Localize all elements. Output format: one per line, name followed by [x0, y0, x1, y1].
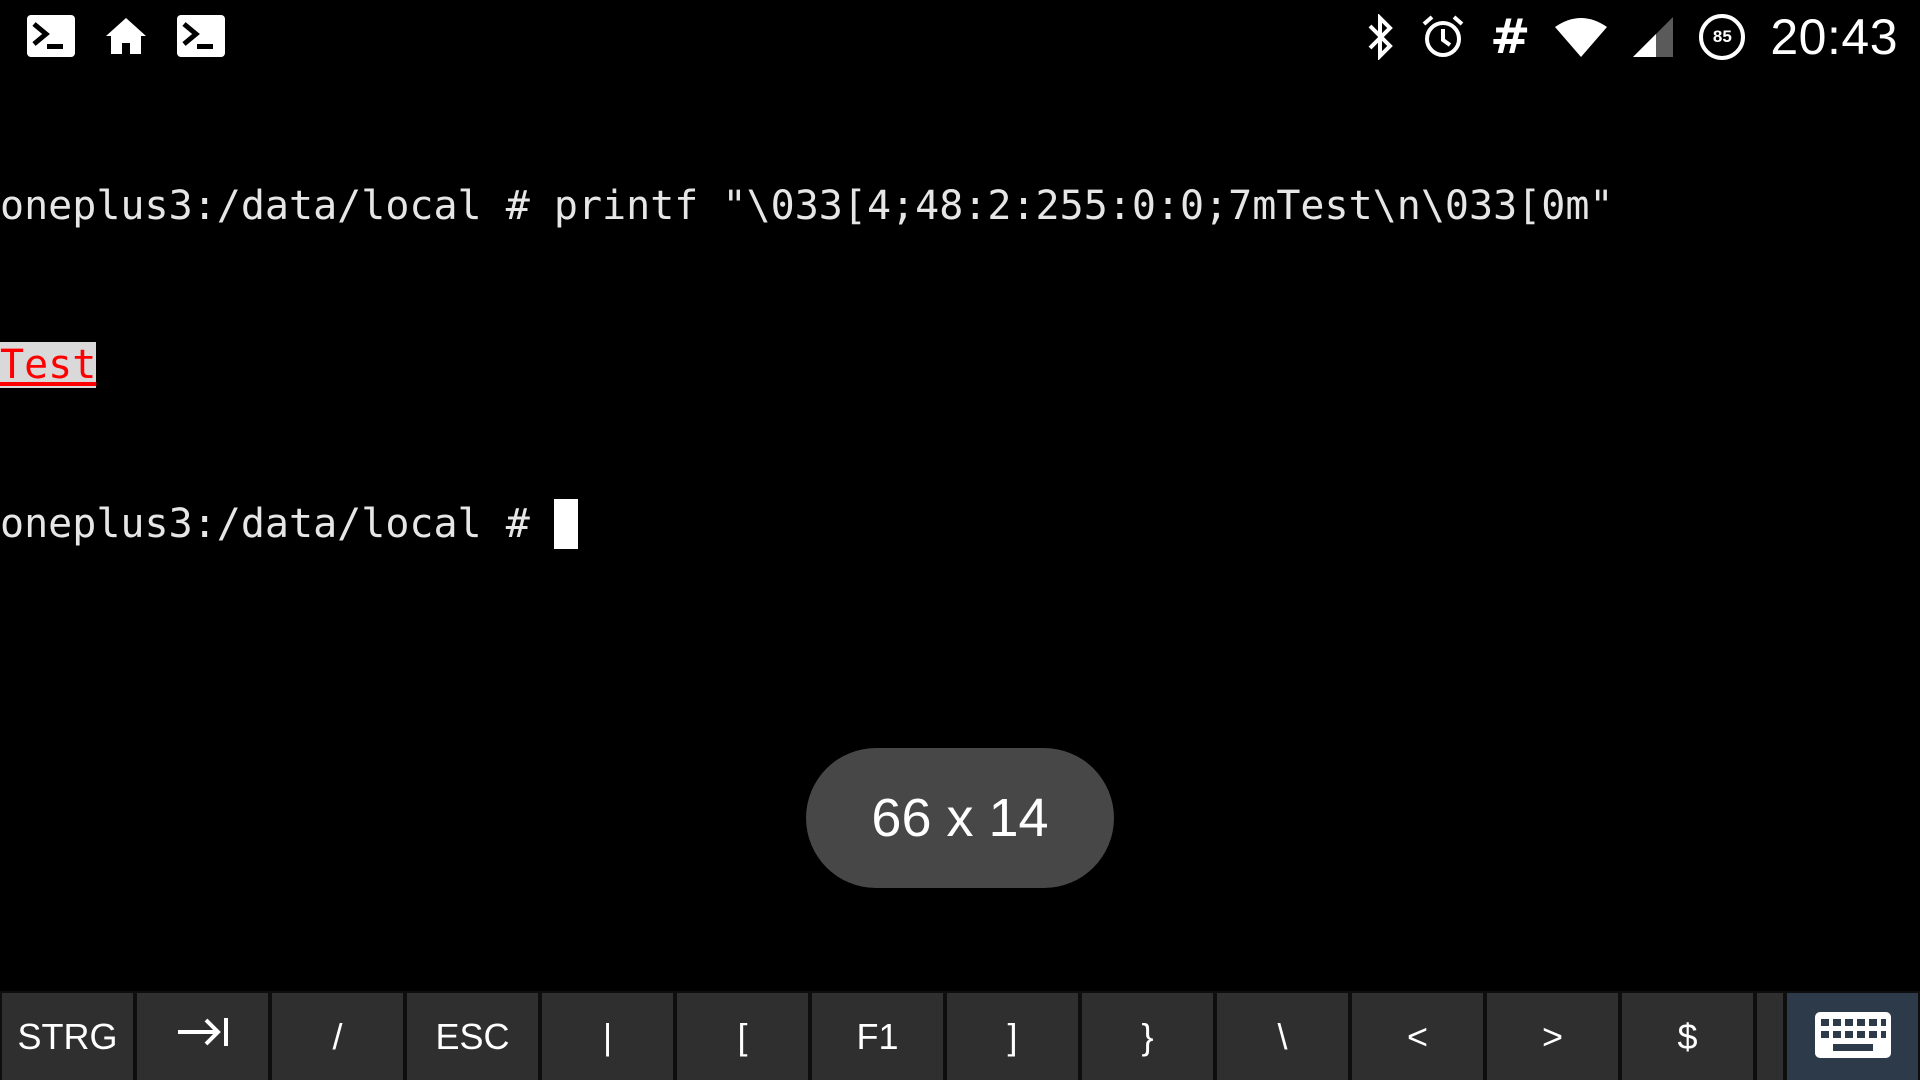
cell-signal-icon	[1632, 16, 1674, 58]
key-strg[interactable]: STRG	[2, 993, 133, 1080]
wifi-icon	[1554, 15, 1608, 59]
key-tab[interactable]	[137, 993, 268, 1080]
status-clock: 20:43	[1770, 9, 1898, 65]
key-backslash[interactable]: \	[1217, 993, 1348, 1080]
terminal-icon	[26, 14, 76, 58]
key-dollar[interactable]: $	[1622, 993, 1753, 1080]
tab-arrow-icon	[176, 1015, 230, 1058]
notification-icons	[26, 14, 226, 58]
terminal-view[interactable]: oneplus3:/data/local # printf "\033[4;48…	[0, 74, 1920, 657]
hash-icon: #	[1490, 9, 1531, 65]
alarm-icon	[1420, 14, 1466, 60]
key-close-bracket[interactable]: ]	[947, 993, 1078, 1080]
toggle-keyboard-button[interactable]	[1787, 993, 1918, 1080]
key-greater-than[interactable]: >	[1487, 993, 1618, 1080]
battery-icon: 85	[1698, 13, 1746, 61]
text-cursor	[553, 499, 578, 549]
command-line: oneplus3:/data/local # printf "\033[4;48…	[0, 183, 1614, 229]
terminal-size-toast: 66 x 14	[806, 748, 1114, 888]
key-esc[interactable]: ESC	[407, 993, 538, 1080]
extra-keys-bar: STRG / ESC | [ F1 ] } \ < > $	[0, 991, 1920, 1080]
styled-output-text: Test	[0, 342, 97, 388]
key-f1[interactable]: F1	[812, 993, 943, 1080]
key-less-than[interactable]: <	[1352, 993, 1483, 1080]
home-icon	[104, 14, 148, 58]
status-bar: # 85 20:43	[0, 0, 1920, 74]
keys-scroll-edge	[1757, 993, 1783, 1080]
bluetooth-icon	[1366, 14, 1396, 60]
prompt-line: oneplus3:/data/local #	[0, 498, 1920, 551]
key-open-bracket[interactable]: [	[677, 993, 808, 1080]
terminal-screen: # 85 20:43 oneplus3:/data/local # printf…	[0, 0, 1920, 1080]
system-icons: # 85 20:43	[1366, 6, 1898, 68]
shell-prompt: oneplus3:/data/local #	[0, 501, 554, 547]
terminal-icon	[176, 14, 226, 58]
key-pipe[interactable]: |	[542, 993, 673, 1080]
key-slash[interactable]: /	[272, 993, 403, 1080]
output-line: Test	[0, 339, 1920, 392]
keyboard-icon	[1814, 1011, 1892, 1063]
key-close-brace[interactable]: }	[1082, 993, 1213, 1080]
battery-level: 85	[1712, 27, 1732, 46]
